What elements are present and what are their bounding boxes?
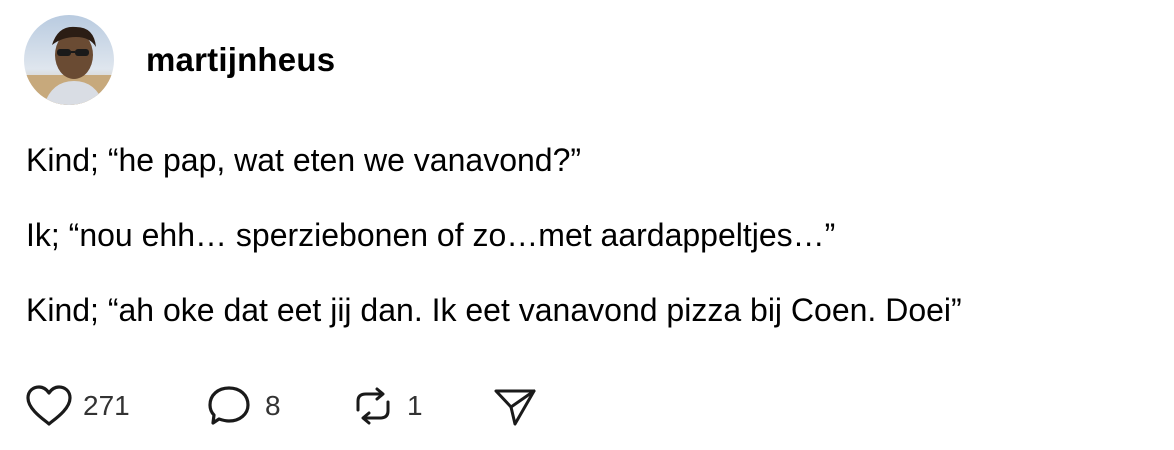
- username[interactable]: martijnheus: [146, 41, 335, 79]
- speech-bubble-icon: [208, 386, 250, 425]
- reply-button[interactable]: 8: [206, 384, 348, 428]
- post-line: Kind; “ah oke dat eet jij dan. Ik eet va…: [26, 292, 962, 328]
- post-line: Ik; “nou ehh… sperziebonen of zo…met aar…: [26, 217, 836, 253]
- send-icon: [494, 389, 536, 426]
- post-body: Kind; “he pap, wat eten we vanavond?” Ik…: [26, 140, 1156, 365]
- avatar[interactable]: [24, 15, 114, 105]
- thread-post: martijnheus Kind; “he pap, wat eten we v…: [0, 0, 1174, 450]
- action-bar: 271 8 1: [24, 382, 540, 430]
- avatar-photo: [24, 15, 114, 105]
- repost-count: 1: [407, 390, 423, 421]
- like-count: 271: [83, 390, 130, 421]
- share-button[interactable]: [490, 384, 540, 428]
- post-line: Kind; “he pap, wat eten we vanavond?”: [26, 142, 582, 178]
- heart-icon: [26, 385, 72, 426]
- reply-count: 8: [265, 390, 281, 421]
- like-button[interactable]: 271: [24, 384, 206, 428]
- repost-button[interactable]: 1: [348, 384, 490, 428]
- post-header: martijnheus: [24, 15, 335, 105]
- repost-icon: [356, 387, 390, 425]
